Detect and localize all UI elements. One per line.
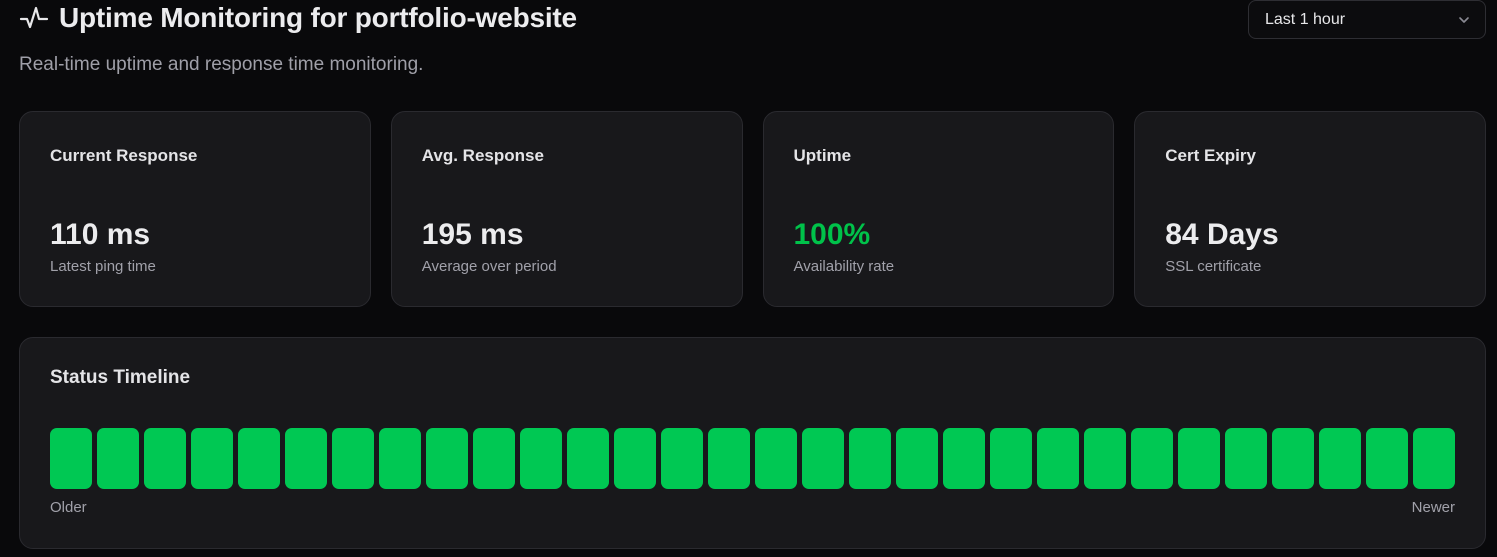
- timeline-newer-label: Newer: [1411, 499, 1455, 516]
- card-caption: Availability rate: [793, 258, 895, 275]
- card-label: Avg. Response: [421, 146, 544, 165]
- card-value: 110 ms: [50, 218, 151, 251]
- card-caption: Average over period: [421, 258, 557, 275]
- timeline-bar-up[interactable]: [1084, 428, 1126, 489]
- timeline-bar-up[interactable]: [1178, 428, 1220, 489]
- card-value: 84 Days: [1165, 218, 1279, 251]
- timeline-bar-up[interactable]: [567, 428, 609, 489]
- timeline-bar-up[interactable]: [520, 428, 562, 489]
- card-current-response: Current Response 110 ms Latest ping time: [19, 111, 371, 307]
- timeline-bar-up[interactable]: [1272, 428, 1314, 489]
- timeline-bar-up[interactable]: [144, 428, 186, 489]
- timeline-bar-up[interactable]: [50, 428, 92, 489]
- card-caption: Latest ping time: [50, 258, 156, 275]
- card-value: 100%: [793, 218, 871, 251]
- timeline-title: Status Timeline: [50, 367, 191, 388]
- chevron-down-icon: [1457, 13, 1471, 27]
- timeline-bar-up[interactable]: [708, 428, 750, 489]
- timeline-bar-up[interactable]: [285, 428, 327, 489]
- timeline-bar-up[interactable]: [849, 428, 891, 489]
- timeline-bar-up[interactable]: [755, 428, 797, 489]
- timeline-bar-up[interactable]: [896, 428, 938, 489]
- timeline-bar-up[interactable]: [990, 428, 1032, 489]
- timeline-bar-up[interactable]: [238, 428, 280, 489]
- time-range-value: Last 1 hour: [1265, 10, 1346, 28]
- timeline-bar-up[interactable]: [943, 428, 985, 489]
- timeline-bar-up[interactable]: [473, 428, 515, 489]
- timeline-bar-up[interactable]: [97, 428, 139, 489]
- timeline-bar-up[interactable]: [191, 428, 233, 489]
- card-cert-expiry: Cert Expiry 84 Days SSL certificate: [1134, 111, 1486, 307]
- title-row: Uptime Monitoring for portfolio-website: [19, 2, 577, 34]
- timeline-bar-up[interactable]: [1225, 428, 1267, 489]
- page-title: Uptime Monitoring for portfolio-website: [59, 2, 577, 33]
- card-caption: SSL certificate: [1165, 258, 1262, 275]
- card-label: Current Response: [50, 146, 198, 165]
- timeline-bar-up[interactable]: [1131, 428, 1173, 489]
- timeline-bar-up[interactable]: [1413, 428, 1455, 489]
- page-subtitle: Real-time uptime and response time monit…: [19, 54, 424, 75]
- status-timeline: Status Timeline Older Newer: [19, 337, 1486, 549]
- timeline-bar-up[interactable]: [1319, 428, 1361, 489]
- timeline-older-label: Older: [50, 499, 87, 516]
- card-value: 195 ms: [421, 218, 524, 251]
- card-avg-response: Avg. Response 195 ms Average over period: [390, 111, 743, 307]
- page-header: Uptime Monitoring for portfolio-website …: [19, 0, 1486, 80]
- timeline-bar-up[interactable]: [661, 428, 703, 489]
- card-label: Cert Expiry: [1165, 146, 1256, 165]
- card-label: Uptime: [793, 146, 852, 165]
- timeline-bar-up[interactable]: [1037, 428, 1079, 489]
- timeline-bar-up[interactable]: [1366, 428, 1408, 489]
- activity-pulse-icon: [19, 3, 49, 33]
- timeline-bar-up[interactable]: [332, 428, 374, 489]
- timeline-bar-up[interactable]: [802, 428, 844, 489]
- uptime-page: Uptime Monitoring for portfolio-website …: [0, 0, 1497, 557]
- metric-cards: Current Response 110 ms Latest ping time…: [19, 111, 1486, 307]
- timeline-bar-up[interactable]: [614, 428, 656, 489]
- card-uptime: Uptime 100% Availability rate: [762, 111, 1115, 307]
- timeline-bars: [50, 428, 1455, 489]
- time-range-select[interactable]: Last 1 hour: [1248, 0, 1486, 39]
- timeline-bar-up[interactable]: [426, 428, 468, 489]
- timeline-bar-up[interactable]: [379, 428, 421, 489]
